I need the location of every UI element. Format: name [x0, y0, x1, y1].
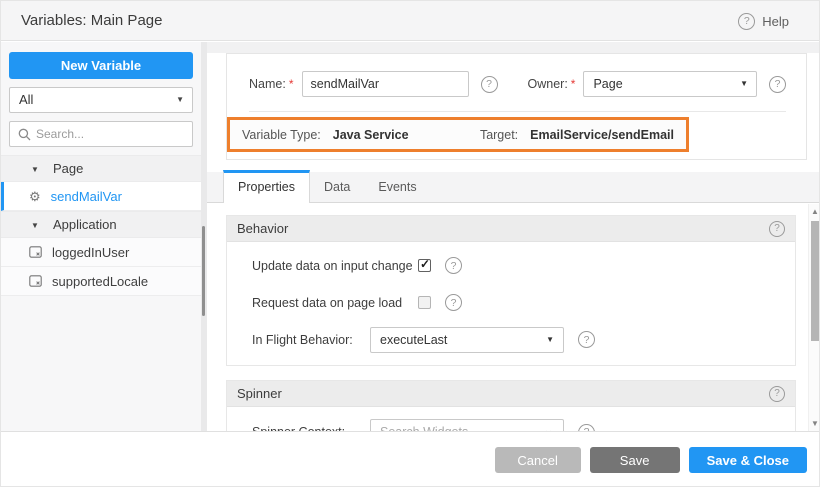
tab-data[interactable]: Data	[310, 172, 364, 202]
request-data-help-icon[interactable]	[445, 294, 462, 311]
spinner-section: Spinner Spinner Context: Search Widgets	[226, 380, 796, 431]
detail-tabs: Properties Data Events	[207, 172, 820, 203]
content-scrollbar[interactable]: ▲ ▼	[808, 204, 820, 431]
chevron-down-icon: ▼	[31, 165, 39, 174]
tree-item-loggedinuser[interactable]: loggedInUser	[1, 238, 201, 267]
static-variable-icon	[29, 246, 42, 258]
variable-type-highlight: Variable Type: Java Service Target: Emai…	[227, 117, 689, 152]
in-flight-row: In Flight Behavior: executeLast	[227, 321, 795, 358]
new-variable-button[interactable]: New Variable	[9, 52, 193, 79]
name-input[interactable]	[302, 71, 469, 97]
sidebar-scrollbar-thumb[interactable]	[202, 226, 205, 316]
spinner-context-row: Spinner Context: Search Widgets	[227, 412, 795, 431]
behavior-title: Behavior	[237, 221, 769, 236]
variable-type-label: Variable Type:	[242, 128, 321, 142]
help-button[interactable]: Help	[738, 1, 789, 41]
spinner-section-header: Spinner	[227, 381, 795, 407]
variables-sidebar: New Variable All ▼ Page sendMailVar ▼ Ap…	[1, 42, 201, 431]
update-data-checkbox[interactable]	[418, 259, 431, 272]
request-data-row: Request data on page load	[227, 284, 795, 321]
behavior-section-header: Behavior	[227, 216, 795, 242]
spinner-help-icon[interactable]	[769, 386, 785, 402]
page-title: Variables: Main Page	[21, 1, 162, 41]
name-label: Name:	[249, 77, 286, 91]
tree-item-sendmailvar[interactable]: sendMailVar	[1, 182, 201, 211]
spinner-section-body: Spinner Context: Search Widgets	[227, 407, 795, 431]
help-icon	[738, 13, 755, 30]
search-icon	[18, 128, 31, 141]
scroll-down-icon[interactable]: ▼	[809, 419, 820, 428]
spinner-context-select[interactable]: Search Widgets	[370, 419, 564, 431]
tree-group-page[interactable]: ▼ Page	[1, 155, 201, 182]
owner-select[interactable]: Page	[583, 71, 757, 97]
update-data-row: Update data on input change	[227, 247, 795, 284]
target-label: Target:	[480, 128, 518, 142]
static-variable-icon	[29, 275, 42, 287]
update-data-label: Update data on input change	[252, 259, 418, 273]
search-input[interactable]	[36, 122, 186, 146]
update-data-help-icon[interactable]	[445, 257, 462, 274]
service-variable-icon	[29, 190, 41, 203]
variable-type-value: Java Service	[333, 128, 409, 142]
behavior-section-body: Update data on input change Request data…	[227, 242, 795, 365]
variable-summary-card: Name: * Owner: * Page Variable Type: Jav…	[226, 53, 807, 160]
spinner-title: Spinner	[237, 386, 769, 401]
chevron-down-icon: ▼	[31, 221, 39, 230]
tree-group-application[interactable]: ▼ Application	[1, 211, 201, 238]
dialog-footer: Cancel Save Save & Close	[1, 431, 820, 487]
name-help-icon[interactable]	[481, 76, 498, 93]
properties-tab-content: Behavior Update data on input change Req…	[207, 204, 808, 431]
save-close-button[interactable]: Save & Close	[689, 447, 807, 473]
variable-filter-select[interactable]: All	[9, 87, 193, 113]
tree-item-supportedlocale[interactable]: supportedLocale	[1, 267, 201, 296]
name-owner-row: Name: * Owner: * Page	[249, 70, 786, 98]
variables-dialog: Variables: Main Page Help New Variable A…	[0, 0, 820, 487]
in-flight-label: In Flight Behavior:	[252, 333, 370, 347]
tab-events[interactable]: Events	[364, 172, 430, 202]
target-value: EmailService/sendEmail	[530, 128, 674, 142]
request-data-checkbox[interactable]	[418, 296, 431, 309]
request-data-label: Request data on page load	[252, 296, 418, 310]
in-flight-select[interactable]: executeLast	[370, 327, 564, 353]
owner-label: Owner:	[528, 77, 568, 91]
variable-detail-panel: Name: * Owner: * Page Variable Type: Jav…	[207, 42, 820, 431]
cancel-button[interactable]: Cancel	[495, 447, 581, 473]
dialog-header: Variables: Main Page Help	[1, 1, 820, 41]
in-flight-help-icon[interactable]	[578, 331, 595, 348]
panel-top-strip	[207, 42, 820, 53]
owner-help-icon[interactable]	[769, 76, 786, 93]
search-box	[9, 121, 193, 147]
card-divider	[249, 111, 786, 112]
spinner-context-help-icon[interactable]	[578, 424, 595, 432]
variables-tree: ▼ Page sendMailVar ▼ Application loggedI…	[1, 155, 201, 296]
behavior-section: Behavior Update data on input change Req…	[226, 215, 796, 366]
scrollbar-thumb[interactable]	[811, 221, 820, 341]
save-button[interactable]: Save	[590, 447, 680, 473]
tab-properties[interactable]: Properties	[223, 170, 310, 203]
required-marker: *	[571, 77, 576, 91]
scroll-up-icon[interactable]: ▲	[809, 207, 820, 216]
required-marker: *	[289, 77, 294, 91]
behavior-help-icon[interactable]	[769, 221, 785, 237]
help-label: Help	[762, 14, 789, 29]
